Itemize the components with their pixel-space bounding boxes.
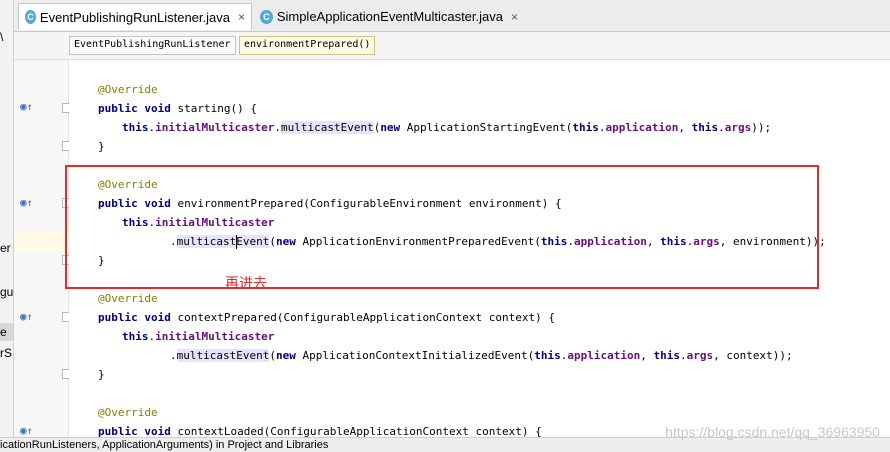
code-line: .multicastEvent(new ApplicationContextIn… xyxy=(170,349,793,362)
project-panel-fragment: \ xyxy=(0,30,4,44)
code-line: public void contextPrepared(Configurable… xyxy=(98,311,555,324)
status-text: icationRunListeners, ApplicationArgument… xyxy=(0,439,329,451)
close-icon[interactable]: × xyxy=(238,10,245,24)
java-class-icon: C xyxy=(25,10,36,24)
code-line: @Override xyxy=(98,406,158,419)
override-method-icon[interactable]: ◉↑ xyxy=(20,100,33,113)
tab-simple-application-event-multicaster[interactable]: C SimpleApplicationEventMulticaster.java… xyxy=(254,3,524,30)
project-panel-fragment: rS xyxy=(0,346,12,360)
breadcrumb: EventPublishingRunListener environmentPr… xyxy=(14,32,890,60)
tab-event-publishing-run-listener[interactable]: C EventPublishingRunListener.java × xyxy=(18,3,252,30)
project-panel[interactable]: \ er gur e rS xyxy=(0,0,14,437)
project-panel-fragment: gur xyxy=(0,285,14,299)
override-method-icon[interactable]: ◉↑ xyxy=(20,196,33,209)
project-panel-fragment: er xyxy=(0,241,11,255)
tab-label: EventPublishingRunListener.java xyxy=(39,9,230,25)
code-line: } xyxy=(98,140,105,153)
watermark: https://blog.csdn.net/qq_36963950 xyxy=(665,424,880,440)
breadcrumb-class[interactable]: EventPublishingRunListener xyxy=(69,36,236,55)
code-line: this.initialMulticaster.multicastEvent(n… xyxy=(122,121,772,134)
close-icon[interactable]: × xyxy=(511,10,518,24)
code-line: } xyxy=(98,368,105,381)
annotation-highlight-box xyxy=(65,165,819,289)
code-line: @Override xyxy=(98,292,158,305)
java-class-icon: C xyxy=(260,9,273,24)
override-method-icon[interactable]: ◉↑ xyxy=(20,424,33,437)
code-line: @Override xyxy=(98,83,158,96)
editor-tab-bar: C EventPublishingRunListener.java × C Si… xyxy=(14,0,890,32)
annotation-note: 再进去 xyxy=(225,276,267,292)
code-line: public void starting() { xyxy=(98,102,257,115)
project-panel-fragment: e xyxy=(0,325,7,339)
code-line: this.initialMulticaster xyxy=(122,330,275,343)
breadcrumb-method[interactable]: environmentPrepared() xyxy=(239,36,376,55)
tab-label: SimpleApplicationEventMulticaster.java xyxy=(276,9,503,24)
override-method-icon[interactable]: ◉↑ xyxy=(20,310,33,323)
